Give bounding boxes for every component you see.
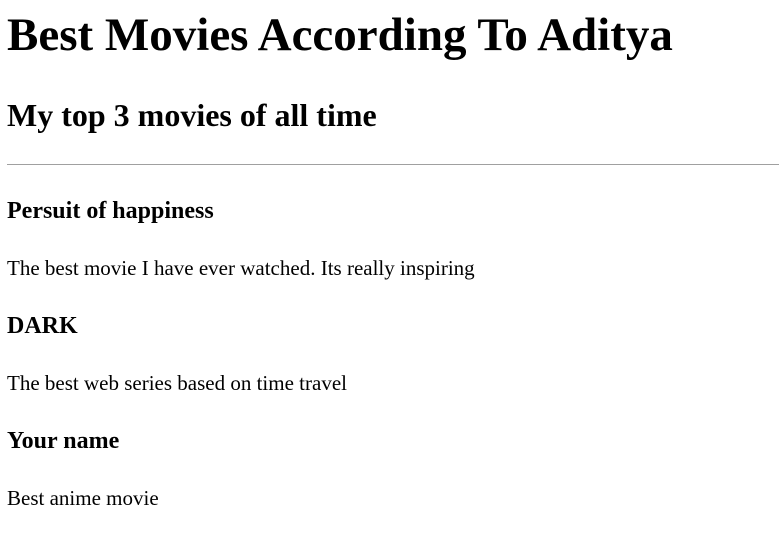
movie-title: DARK — [7, 313, 78, 339]
movie-title: Persuit of happiness — [7, 198, 214, 224]
movie-description: The best movie I have ever watched. Its … — [7, 256, 475, 280]
movie-description: The best web series based on time travel — [7, 371, 347, 395]
movie-description: Best anime movie — [7, 486, 159, 510]
movie-title: Your name — [7, 428, 120, 454]
page: Best Movies According To Aditya My top 3… — [0, 0, 780, 557]
page-title: Best Movies According To Aditya — [7, 9, 673, 61]
divider — [7, 164, 779, 165]
page-subtitle: My top 3 movies of all time — [7, 97, 377, 133]
